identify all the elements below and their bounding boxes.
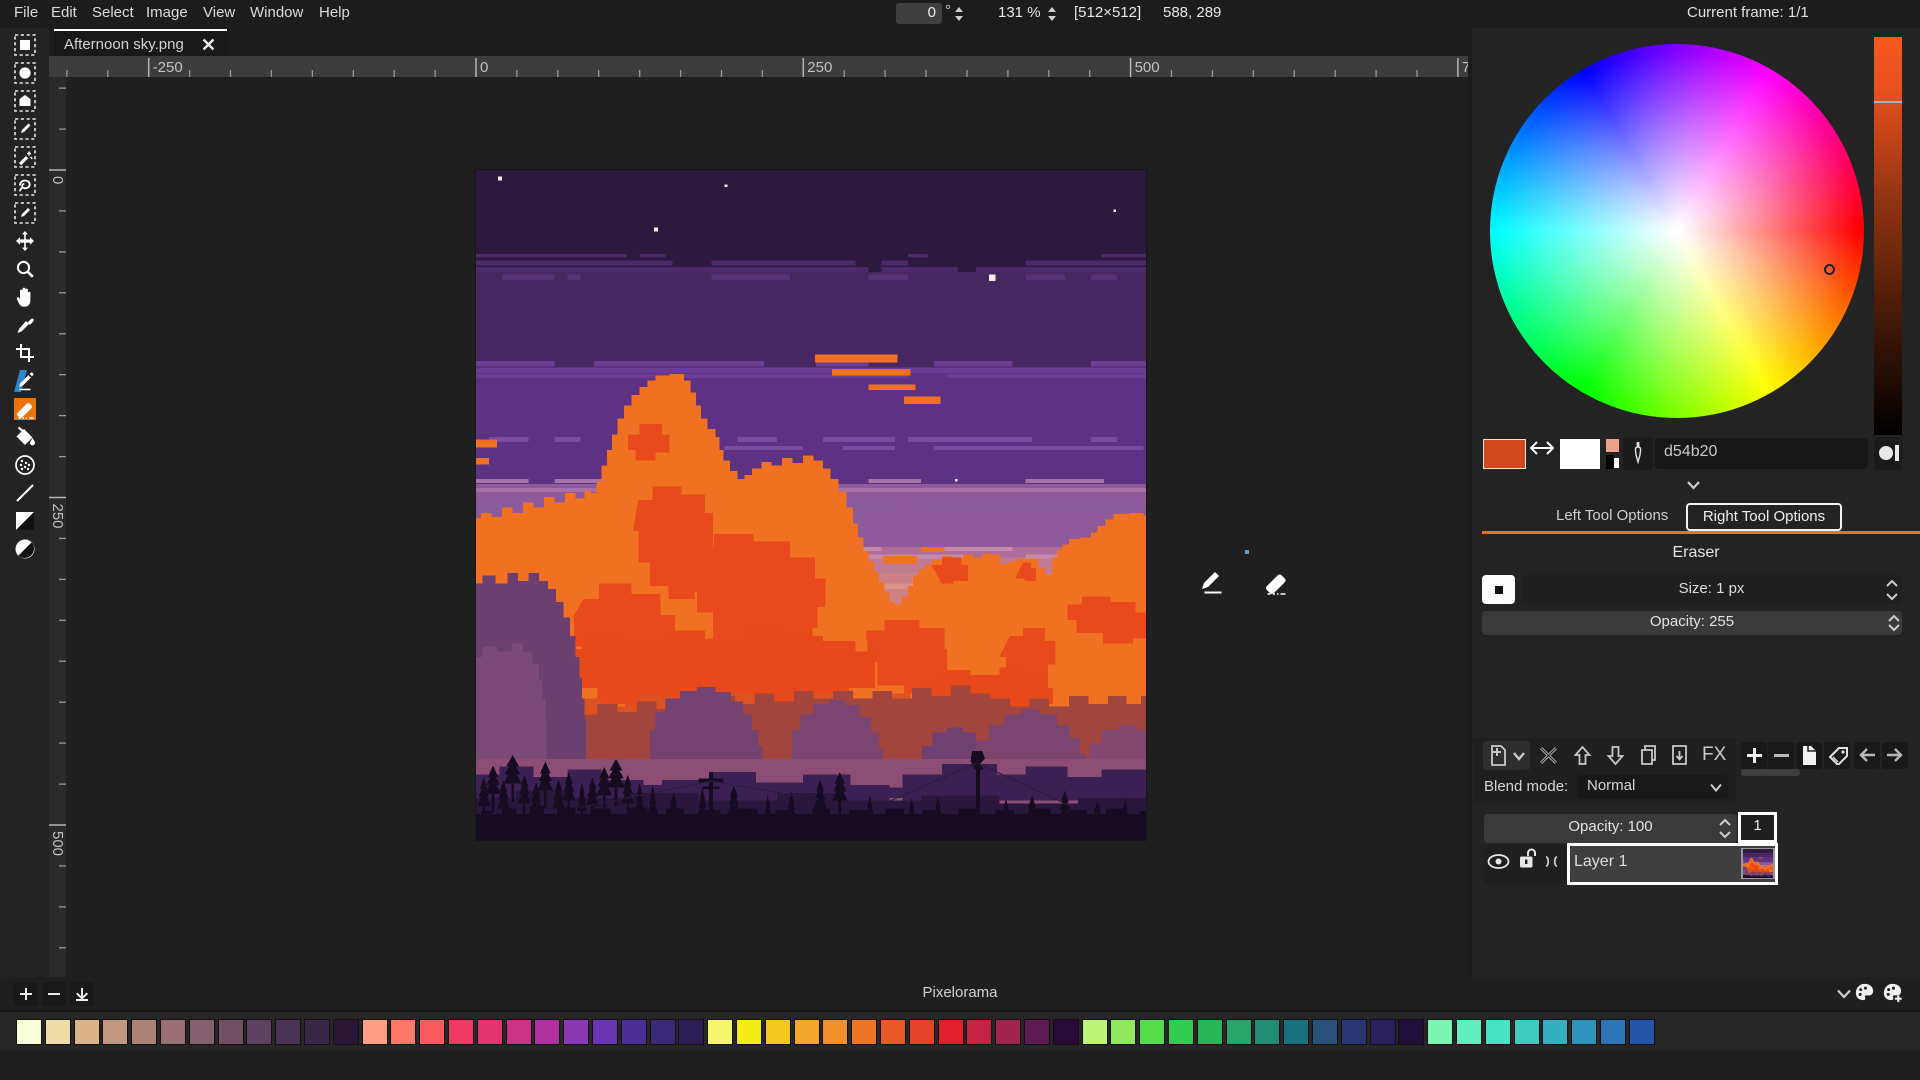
svg-text:0: 0 [480,59,488,76]
svg-text:500: 500 [49,831,66,856]
svg-text:0: 0 [49,176,66,184]
svg-text:250: 250 [49,504,66,529]
svg-text:500: 500 [1135,59,1160,76]
svg-text:-250: -250 [153,59,183,76]
svg-text:250: 250 [807,59,832,76]
